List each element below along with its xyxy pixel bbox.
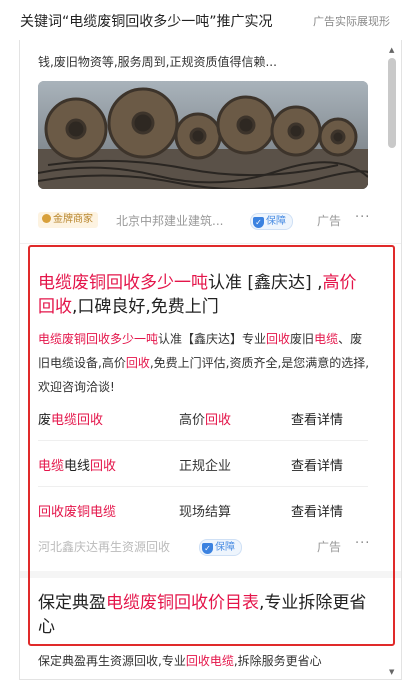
scrollbar-thumb[interactable] bbox=[388, 58, 396, 148]
annotation-header: 关键词“电缆废铜回收多少一吨”推广实况 广告实际展现形 bbox=[0, 0, 402, 40]
ad2-title-link[interactable]: 保定典盈电缆废铜回收价目表,专业拆除更省心 bbox=[38, 591, 373, 639]
frame-bottom-edge bbox=[19, 679, 401, 680]
verified-badge[interactable]: ✓ 保障 bbox=[199, 539, 242, 556]
ad-meta: 河北鑫庆达再生资源回收 ✓ 保障 广告 ··· bbox=[38, 536, 370, 556]
highlighted-keyword: 回收 bbox=[266, 332, 291, 346]
highlighted-keyword: 回收 bbox=[205, 413, 232, 428]
advertiser-name[interactable]: 北京中邦建业建筑... bbox=[116, 212, 223, 229]
text-segment: 废旧 bbox=[290, 332, 315, 346]
highlighted-keyword: 电缆 bbox=[314, 332, 339, 346]
shield-check-icon: ✓ bbox=[253, 217, 264, 228]
cable-yard-image[interactable] bbox=[38, 81, 368, 189]
ad-title-link[interactable]: 电缆废铜回收多少一吨认准 [鑫庆达] ,高价回收,口碑良好,免费上门 bbox=[38, 271, 373, 319]
ad-description: 电缆废铜回收多少一吨认准【鑫庆达】专业回收废旧电缆、废旧电缆设备,高价回收,免费… bbox=[38, 327, 373, 399]
highlighted-keyword: 电缆废铜回收价目表 bbox=[106, 593, 259, 613]
highlighted-keyword: 电缆回收 bbox=[51, 413, 104, 428]
ad-label: 广告 bbox=[317, 540, 342, 554]
text-segment: 废 bbox=[38, 413, 52, 428]
text-segment: 保定典盈 bbox=[38, 593, 106, 613]
sitelink-link[interactable]: 废电缆回收 bbox=[38, 409, 103, 428]
medal-icon bbox=[42, 214, 51, 223]
sitelink-row: 废电缆回收 高价回收 查看详情 bbox=[38, 395, 368, 441]
section-separator bbox=[20, 571, 401, 578]
text-segment: 高价 bbox=[179, 413, 206, 428]
ad2-snippet: 保定典盈再生资源回收,专业回收电缆,拆除服务更省心 bbox=[38, 652, 368, 669]
highlighted-keyword: 电缆废铜回收多少一吨 bbox=[38, 332, 159, 346]
view-details-link[interactable]: 查看详情 bbox=[291, 501, 343, 520]
text-segment: 正规企业 bbox=[179, 459, 232, 474]
text-segment: 电线 bbox=[64, 459, 91, 474]
keyword-caption: 关键词“电缆废铜回收多少一吨”推广实况 bbox=[20, 14, 273, 30]
view-details-link[interactable]: 查看详情 bbox=[291, 409, 343, 428]
result-snippet[interactable]: 钱,废旧物资等,服务周到,正规资质值得信赖... bbox=[38, 53, 368, 69]
text-segment: 认准【鑫庆达】专业 bbox=[158, 332, 267, 346]
highlighted-keyword: 回收废铜电缆 bbox=[38, 505, 117, 520]
sitelink-link[interactable]: 回收废铜电缆 bbox=[38, 501, 116, 520]
card1-meta: 金牌商家 北京中邦建业建筑... ✓ 保障 广告 ··· bbox=[38, 210, 370, 230]
more-dots-icon[interactable]: ··· bbox=[355, 210, 370, 225]
cable-reels-photo bbox=[38, 81, 368, 189]
search-results-frame: 钱,废旧物资等,服务周到,正规资质值得信赖... 金牌商家 北京中邦建业建筑..… bbox=[19, 40, 402, 680]
text-segment: 认准 [鑫庆达] , bbox=[208, 273, 323, 293]
highlighted-keyword: 回收 bbox=[185, 654, 210, 668]
gold-merchant-badge: 金牌商家 bbox=[38, 212, 98, 228]
text-segment: ,拆除服务更省心 bbox=[233, 654, 322, 668]
verified-badge[interactable]: ✓ 保障 bbox=[250, 213, 293, 230]
divider bbox=[20, 243, 401, 244]
sitelink-row: 回收废铜电缆 现场结算 查看详情 bbox=[38, 487, 368, 532]
more-dots-icon[interactable]: ··· bbox=[355, 536, 370, 551]
text-segment: 现场结算 bbox=[179, 505, 232, 520]
highlighted-keyword: 回收 bbox=[125, 356, 150, 370]
sitelink-link[interactable]: 电缆电线回收 bbox=[38, 455, 116, 474]
sitelink-link[interactable]: 现场结算 bbox=[179, 501, 231, 520]
note-caption: 广告实际展现形 bbox=[313, 15, 390, 28]
sitelink-row: 电缆电线回收 正规企业 查看详情 bbox=[38, 441, 368, 487]
highlighted-keyword: 电缆 bbox=[38, 459, 65, 474]
text-segment: 保定典盈再生资源回收,专业 bbox=[38, 654, 186, 668]
highlighted-keyword: 回收 bbox=[90, 459, 117, 474]
sitelink-link[interactable]: 正规企业 bbox=[179, 455, 231, 474]
text-segment: ,口碑良好,免费上门 bbox=[72, 297, 219, 317]
sitelink-link[interactable]: 高价回收 bbox=[179, 409, 231, 428]
highlighted-keyword: 电缆 bbox=[209, 654, 234, 668]
ad-label: 广告 bbox=[317, 214, 342, 228]
shield-check-icon: ✓ bbox=[202, 543, 213, 554]
highlighted-keyword: 电缆废铜回收多少一吨 bbox=[38, 273, 208, 293]
view-details-link[interactable]: 查看详情 bbox=[291, 455, 343, 474]
advertiser-name[interactable]: 河北鑫庆达再生资源回收 bbox=[38, 538, 170, 555]
scroll-down-icon[interactable]: ▼ bbox=[389, 668, 394, 676]
scroll-up-icon[interactable]: ▲ bbox=[389, 46, 394, 54]
sitelinks: 废电缆回收 高价回收 查看详情 电缆电线回收 正规企业 查看详情 回收废铜电缆 … bbox=[38, 395, 368, 532]
